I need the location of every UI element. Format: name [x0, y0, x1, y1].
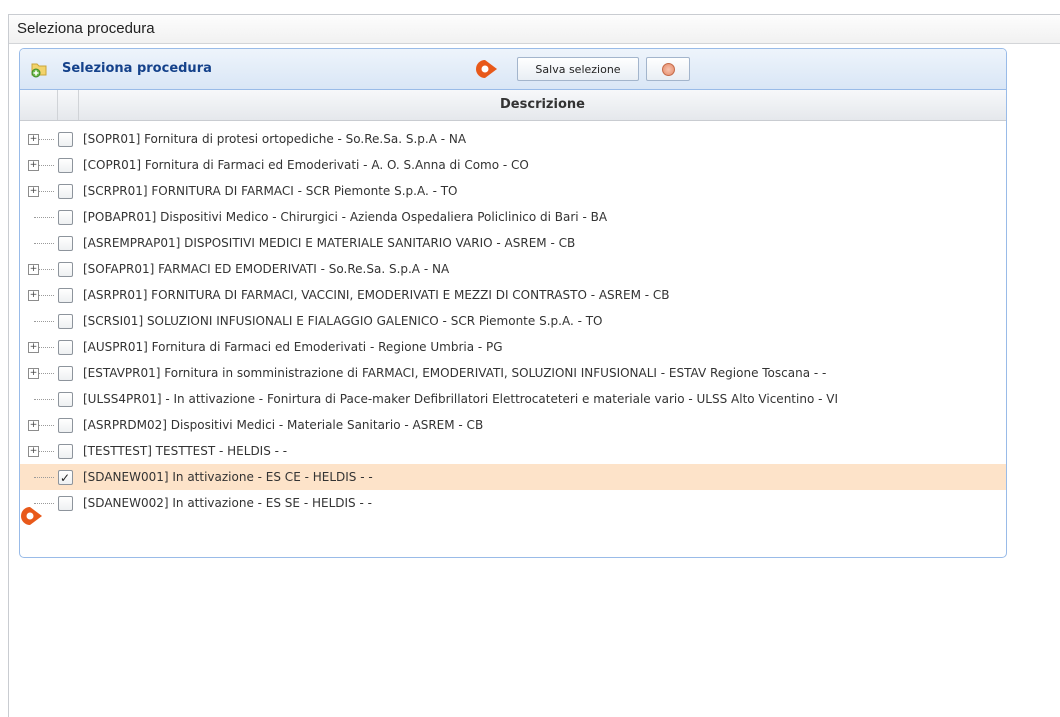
- window-title: Seleziona procedura: [9, 15, 1060, 44]
- grid-header: Descrizione: [20, 90, 1006, 121]
- procedure-list: + [SOPR01] Fornitura di protesi ortopedic…: [20, 121, 1006, 516]
- row-label: [SDANEW002] In attivazione - ES SE - HEL…: [83, 496, 372, 510]
- expand-plus-icon[interactable]: +: [28, 186, 39, 197]
- expand-plus-icon[interactable]: +: [28, 368, 39, 379]
- pin-marker-icon: [21, 507, 42, 525]
- add-folder-icon: [30, 60, 48, 78]
- tree-connector: [34, 321, 54, 323]
- tree-row[interactable]: [SCRSI01] SOLUZIONI INFUSIONALI E FIALAG…: [20, 308, 1006, 334]
- row-label: [ASREMPRAP01] DISPOSITIVI MEDICI E MATER…: [83, 236, 576, 250]
- procedure-window: Seleziona procedura Seleziona procedura …: [8, 14, 1060, 717]
- row-label: [COPR01] Fornitura di Farmaci ed Emoderi…: [83, 158, 529, 172]
- tree-row[interactable]: + [ASRPR01] FORNITURA DI FARMACI, VACCINI…: [20, 282, 1006, 308]
- row-checkbox[interactable]: [58, 314, 73, 329]
- tree-row[interactable]: + [SOPR01] Fornitura di protesi ortopedic…: [20, 126, 1006, 152]
- procedure-panel: Seleziona procedura Salva selezione Desc…: [19, 48, 1007, 558]
- row-checkbox[interactable]: [58, 184, 73, 199]
- panel-title: Seleziona procedura: [62, 61, 212, 76]
- row-checkbox[interactable]: [58, 465, 73, 490]
- tree-row[interactable]: + [ESTAVPR01] Fornitura in somministrazio…: [20, 360, 1006, 386]
- row-checkbox[interactable]: [58, 340, 73, 355]
- row-checkbox[interactable]: [58, 392, 73, 407]
- row-checkbox[interactable]: [58, 496, 73, 511]
- row-label: [AUSPR01] Fornitura di Farmaci ed Emoder…: [83, 340, 503, 354]
- tree-row[interactable]: + [SOFAPR01] FARMACI ED EMODERIVATI - So.…: [20, 256, 1006, 282]
- tree-connector: [34, 399, 54, 401]
- row-label: [SOFAPR01] FARMACI ED EMODERIVATI - So.R…: [83, 262, 450, 276]
- row-label: [SOPR01] Fornitura di protesi ortopedich…: [83, 132, 467, 146]
- panel-header: Seleziona procedura Salva selezione: [20, 49, 1006, 90]
- tree-row[interactable]: [POBAPR01] Dispositivi Medico - Chirurgi…: [20, 204, 1006, 230]
- row-label: [TESTTEST] TESTTEST - HELDIS - -: [83, 444, 288, 458]
- row-checkbox[interactable]: [58, 158, 73, 173]
- tree-row[interactable]: + [TESTTEST] TESTTEST - HELDIS - -: [20, 438, 1006, 464]
- expand-plus-icon[interactable]: +: [28, 264, 39, 275]
- description-column-header[interactable]: Descrizione: [79, 90, 1006, 120]
- row-label: [ESTAVPR01] Fornitura in somministrazion…: [83, 366, 827, 380]
- row-checkbox[interactable]: [58, 418, 73, 433]
- row-checkbox[interactable]: [58, 444, 73, 459]
- expand-plus-icon[interactable]: +: [28, 446, 39, 457]
- tree-row[interactable]: + [ASRPRDM02] Dispositivi Medici - Materi…: [20, 412, 1006, 438]
- cancel-button[interactable]: [646, 57, 690, 81]
- row-checkbox[interactable]: [58, 288, 73, 303]
- row-label: [POBAPR01] Dispositivi Medico - Chirurgi…: [83, 210, 608, 224]
- tree-row[interactable]: + [AUSPR01] Fornitura di Farmaci ed Emode…: [20, 334, 1006, 360]
- tree-row[interactable]: [SDANEW001] In attivazione - ES CE - HEL…: [20, 464, 1006, 490]
- tree-column-header: [20, 90, 58, 120]
- expand-plus-icon[interactable]: +: [28, 290, 39, 301]
- expand-plus-icon[interactable]: +: [28, 420, 39, 431]
- tree-row[interactable]: [ULSS4PR01] - In attivazione - Fonirtura…: [20, 386, 1006, 412]
- row-label: [SDANEW001] In attivazione - ES CE - HEL…: [83, 470, 373, 484]
- row-checkbox[interactable]: [58, 262, 73, 277]
- tree-row[interactable]: + [SCRPR01] FORNITURA DI FARMACI - SCR Pi…: [20, 178, 1006, 204]
- row-label: [ASRPRDM02] Dispositivi Medici - Materia…: [83, 418, 484, 432]
- tree-row[interactable]: [SDANEW002] In attivazione - ES SE - HEL…: [20, 490, 1006, 516]
- save-selection-button[interactable]: Salva selezione: [517, 57, 639, 81]
- tree-row[interactable]: + [COPR01] Fornitura di Farmaci ed Emoder…: [20, 152, 1006, 178]
- checkbox-column-header: [58, 90, 79, 120]
- cancel-icon: [661, 62, 675, 76]
- row-checkbox[interactable]: [58, 132, 73, 147]
- row-label: [SCRSI01] SOLUZIONI INFUSIONALI E FIALAG…: [83, 314, 603, 328]
- tree-connector: [34, 243, 54, 245]
- row-label: [ASRPR01] FORNITURA DI FARMACI, VACCINI,…: [83, 288, 670, 302]
- tree-connector: [34, 477, 54, 479]
- expand-plus-icon[interactable]: +: [28, 160, 39, 171]
- row-label: [ULSS4PR01] - In attivazione - Fonirtura…: [83, 392, 838, 406]
- tree-row[interactable]: [ASREMPRAP01] DISPOSITIVI MEDICI E MATER…: [20, 230, 1006, 256]
- expand-plus-icon[interactable]: +: [28, 342, 39, 353]
- row-checkbox[interactable]: [58, 366, 73, 381]
- expand-plus-icon[interactable]: +: [28, 134, 39, 145]
- row-label: [SCRPR01] FORNITURA DI FARMACI - SCR Pie…: [83, 184, 458, 198]
- row-checkbox[interactable]: [58, 236, 73, 251]
- tree-connector: [34, 217, 54, 219]
- pin-marker-icon: [476, 60, 497, 78]
- row-checkbox[interactable]: [58, 210, 73, 225]
